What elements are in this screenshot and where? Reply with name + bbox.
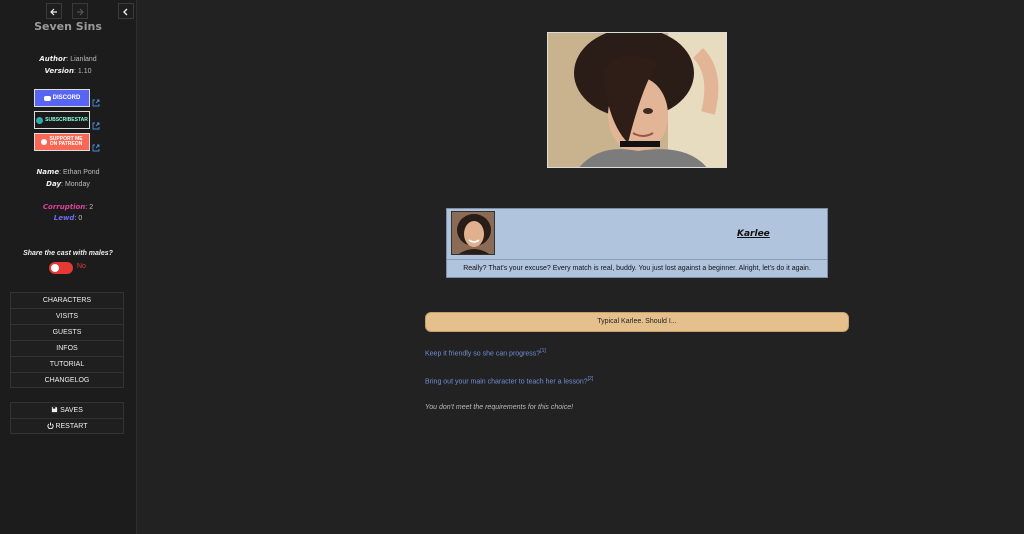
forward-button[interactable] [72, 3, 88, 19]
day-value: Monday [64, 181, 90, 188]
lewd-value: 0 [78, 215, 83, 222]
narration-prompt: Typical Karlee. Should I... [425, 312, 849, 332]
story-title: Seven Sins [34, 20, 102, 33]
choice-option-1[interactable]: Keep it friendly so she can progress?[1] [425, 348, 546, 357]
menu-changelog[interactable]: CHANGELOG [10, 372, 124, 388]
main-menu: CHARACTERS VISITS GUESTS INFOS TUTORIAL … [10, 292, 124, 388]
discord-icon [43, 95, 51, 101]
day-line: Day: Monday [46, 180, 90, 188]
discord-banner[interactable]: DISCORD [34, 89, 90, 107]
author-line: Author: Lianland [39, 55, 97, 63]
subscribestar-icon [36, 116, 44, 124]
corruption-line: Corruption: 2 [42, 203, 94, 211]
collapse-chevron-icon [123, 8, 128, 16]
speaker-avatar-graphic [452, 212, 494, 254]
requirement-note: You don't meet the requirements for this… [425, 404, 574, 411]
dialog-text: Really? That's your excuse? Every match … [463, 265, 811, 272]
external-link-icon[interactable] [92, 99, 100, 107]
collapse-sidebar-button[interactable] [118, 3, 134, 19]
share-cast-question: Share the cast with males? [23, 250, 113, 257]
dialog-divider [447, 259, 827, 260]
speaker-name: Karlee [737, 229, 770, 239]
back-button[interactable] [46, 3, 62, 19]
share-cast-toggle[interactable] [49, 262, 73, 274]
save-icon [51, 406, 58, 413]
name-line: Name: Ethan Pond [36, 168, 100, 176]
scene-portrait-image [547, 32, 727, 168]
menu-infos[interactable]: INFOS [10, 340, 124, 356]
menu-characters[interactable]: CHARACTERS [10, 292, 124, 308]
dialog-box: Karlee Really? That's your excuse? Every… [446, 208, 828, 278]
back-arrow-icon [50, 8, 57, 16]
toggle-knob [51, 264, 59, 272]
name-value: Ethan Pond [62, 169, 100, 176]
forward-arrow-icon [77, 8, 84, 16]
power-icon [46, 422, 54, 430]
external-link-icon[interactable] [92, 122, 100, 130]
version-value: 1.10 [77, 68, 92, 75]
menu-tutorial[interactable]: TUTORIAL [10, 356, 124, 372]
restart-button[interactable]: RESTART [10, 418, 124, 434]
subscribestar-banner[interactable]: SUBSCRIBESTAR [34, 111, 90, 129]
patreon-icon [41, 139, 47, 145]
saves-button[interactable]: SAVES [10, 402, 124, 418]
patreon-banner[interactable]: SUPPORT ME ON PATREON [34, 133, 90, 151]
lewd-line: Lewd: 0 [53, 214, 83, 222]
version-line: Version: 1.10 [44, 67, 92, 75]
choice-option-2[interactable]: Bring out your main character to teach h… [425, 376, 593, 385]
system-menu: SAVES RESTART [10, 402, 124, 434]
external-link-icon[interactable] [92, 144, 100, 152]
share-cast-toggle-label: No [77, 263, 86, 270]
menu-guests[interactable]: GUESTS [10, 324, 124, 340]
author-value: Lianland [70, 56, 97, 63]
menu-visits[interactable]: VISITS [10, 308, 124, 324]
speaker-avatar [451, 211, 495, 255]
sidebar: Seven Sins Author: Lianland Version: 1.1… [0, 0, 137, 534]
corruption-value: 2 [89, 204, 94, 211]
scene-portrait-graphic [548, 33, 726, 167]
